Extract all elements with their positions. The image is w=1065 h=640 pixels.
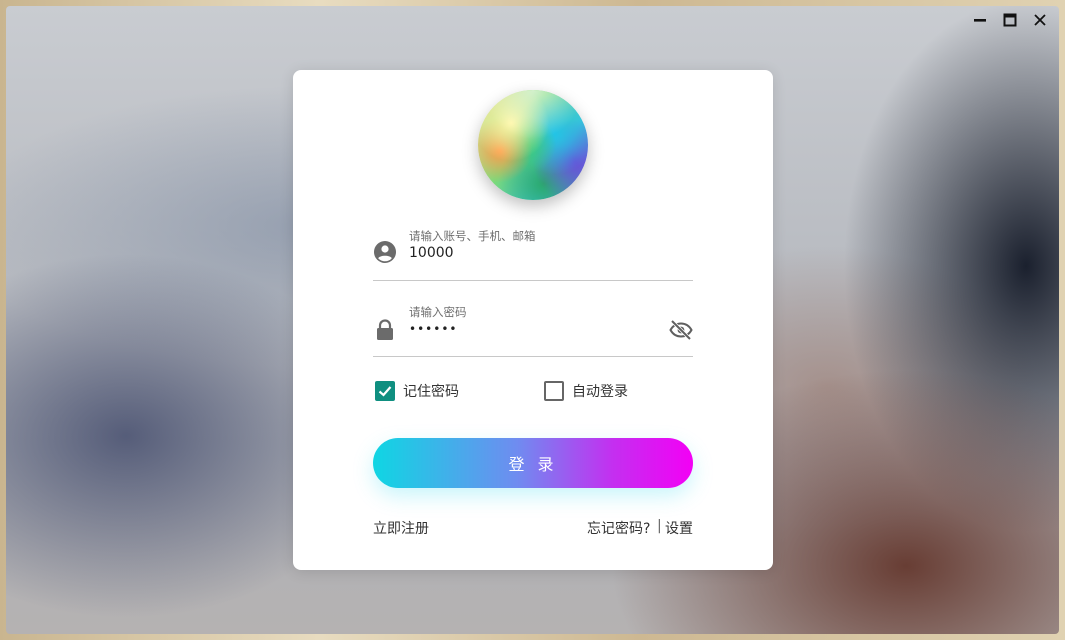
account-label: 请输入账号、手机、邮箱 — [409, 229, 536, 243]
auto-login-label: 自动登录 — [572, 384, 628, 400]
password-label: 请输入密码 — [409, 305, 467, 319]
password-input[interactable]: •••••• — [409, 322, 457, 336]
maximize-icon — [1003, 13, 1017, 27]
maximize-button[interactable] — [995, 8, 1025, 32]
account-input[interactable]: 10000 — [409, 245, 454, 261]
auto-login-checkbox[interactable]: 自动登录 — [544, 381, 628, 401]
checkbox-checked[interactable] — [375, 381, 395, 401]
account-circle-icon — [374, 241, 396, 263]
settings-link[interactable]: 设置 — [665, 518, 693, 538]
remember-password-checkbox[interactable]: 记住密码 — [375, 381, 459, 401]
login-card: 请输入账号、手机、邮箱 10000 请输入密码 •••••• 记住密码 自动登录… — [293, 70, 773, 570]
minimize-icon — [974, 19, 986, 22]
account-field[interactable]: 请输入账号、手机、邮箱 10000 — [373, 228, 693, 281]
close-icon — [1034, 14, 1046, 26]
link-separator: | — [657, 518, 662, 534]
checkbox-unchecked[interactable] — [544, 381, 564, 401]
eye-off-icon[interactable] — [669, 318, 693, 342]
minimize-button[interactable] — [965, 8, 995, 32]
window-controls — [965, 8, 1055, 32]
close-button[interactable] — [1025, 8, 1055, 32]
login-button[interactable]: 登 录 — [373, 438, 693, 488]
check-icon — [378, 386, 392, 397]
avatar — [478, 90, 588, 200]
password-field[interactable]: 请输入密码 •••••• — [373, 304, 693, 357]
register-link[interactable]: 立即注册 — [373, 518, 429, 538]
app-window: 请输入账号、手机、邮箱 10000 请输入密码 •••••• 记住密码 自动登录… — [6, 6, 1059, 634]
lock-icon — [377, 319, 393, 340]
forgot-password-link[interactable]: 忘记密码? — [587, 518, 650, 538]
remember-password-label: 记住密码 — [403, 384, 459, 400]
